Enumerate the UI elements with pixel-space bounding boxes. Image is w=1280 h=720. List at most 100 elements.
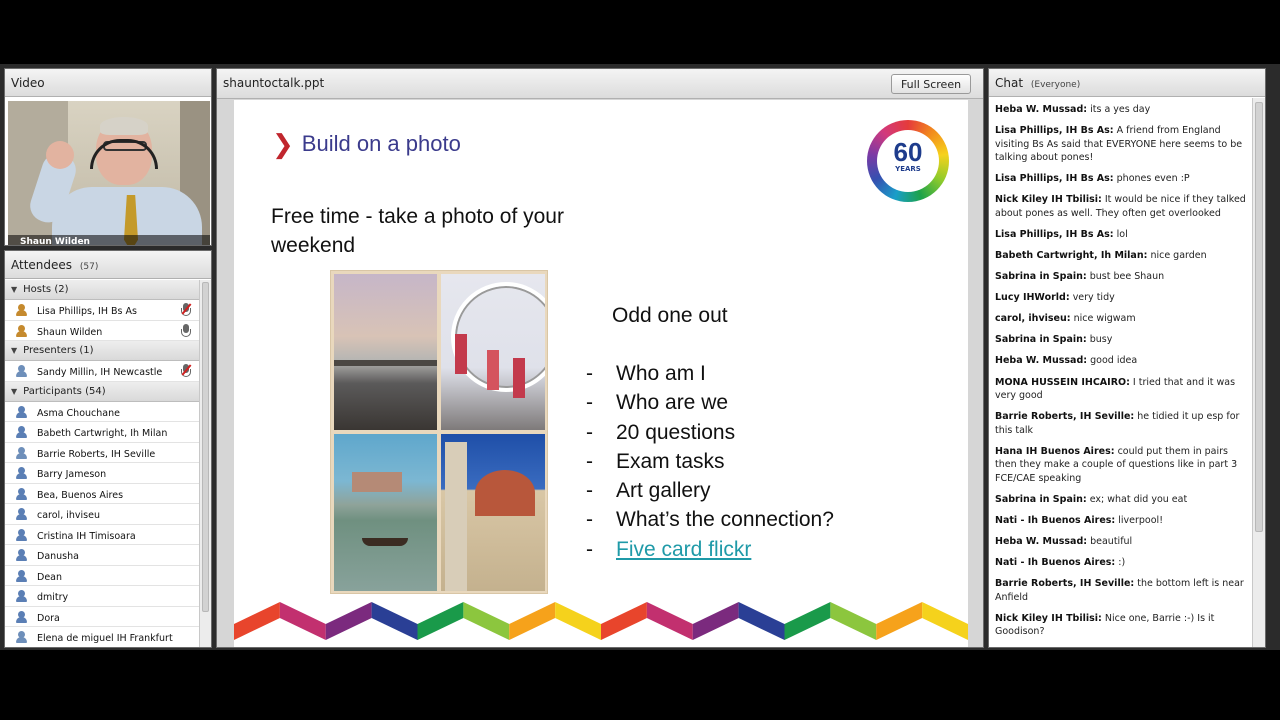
attendee-row[interactable]: Shaun Wilden	[5, 321, 199, 341]
attendee-name: Danusha	[37, 551, 79, 562]
attendee-group-header[interactable]: ▼ Hosts (2)	[5, 280, 199, 300]
attendee-name: Dean	[37, 571, 63, 583]
person-icon	[15, 304, 28, 316]
person-icon	[15, 569, 28, 582]
attendee-name: carol, ihviseu	[37, 510, 100, 521]
activity-list-item[interactable]: - Five card flickr	[586, 538, 834, 567]
chat-sender: Nati - Ih Buenos Aires:	[995, 514, 1116, 526]
slide-area: ❯ Build on a photo 60 YEARS Free time - t…	[217, 99, 983, 647]
chat-sender: Lisa Phillips, IH Bs As:	[995, 173, 1114, 185]
attendee-row[interactable]: Babeth Cartwright, Ih Milan	[5, 422, 199, 443]
slide-heading: Free time - take a photo of your weekend	[271, 205, 564, 257]
badge-word: YEARS	[895, 165, 921, 173]
chat-text: good idea	[1090, 355, 1138, 367]
attendee-name: Lisa Phillips, IH Bs As	[37, 306, 137, 317]
chat-sender: Heba W. Mussad:	[995, 536, 1088, 547]
webcam-feed[interactable]	[8, 101, 210, 245]
activity-text: What’s the connection?	[616, 508, 834, 532]
attendee-row[interactable]: Lisa Phillips, IH Bs As	[5, 300, 199, 321]
chat-text: phones even :P	[1116, 173, 1190, 185]
screen: Video Shaun Wilden Attendees (57) ▼ Hosts…	[0, 0, 1280, 720]
zigzag-segment	[279, 602, 326, 640]
attendee-group-label: Participants (54)	[23, 385, 106, 397]
attendee-name: Dora	[37, 612, 60, 624]
person-icon	[15, 365, 28, 377]
five-card-flickr-link[interactable]: Five card flickr	[616, 538, 751, 561]
attendee-name: Babeth Cartwright, Ih Milan	[37, 428, 168, 439]
chat-sender: Hana IH Buenos Aires:	[995, 445, 1115, 457]
chat-message: Heba W. Mussad: beautiful	[995, 535, 1247, 549]
triangle-down-icon[interactable]: ▼	[11, 285, 17, 294]
attendee-row[interactable]: carol, ihviseu	[5, 504, 199, 525]
attendee-scrollbar[interactable]	[199, 280, 211, 647]
activity-text: Exam tasks	[616, 449, 725, 473]
zigzag-segment	[830, 602, 877, 640]
attendee-row[interactable]: Danusha	[5, 545, 199, 566]
activity-list: - Who am I - Who are we -20 questions - Exam t…	[586, 362, 834, 567]
attendee-row[interactable]: Barrie Roberts, IH Seville	[5, 443, 199, 463]
triangle-down-icon[interactable]: ▼	[11, 387, 17, 396]
chat-text: beautiful	[1090, 536, 1133, 547]
person-icon	[15, 631, 28, 643]
attendees-count: (57)	[79, 262, 99, 272]
attendee-row[interactable]: Asma Chouchane	[5, 402, 199, 422]
chat-scroll-thumb[interactable]	[1255, 102, 1263, 532]
full-screen-button[interactable]: Full Screen	[891, 74, 971, 94]
activity-list-item: - Who are we	[586, 391, 834, 420]
zigzag-segment	[692, 602, 739, 640]
zigzag-segment	[509, 602, 556, 640]
microphone-muted-icon[interactable]	[181, 303, 191, 316]
attendee-row[interactable]: Dora	[5, 607, 199, 627]
chat-sender: Lisa Phillips, IH Bs As:	[995, 125, 1114, 137]
chat-sender: carol, ihviseu:	[995, 313, 1071, 325]
anniversary-badge-logo: 60 YEARS	[867, 120, 949, 202]
chat-title: Chat	[995, 76, 1024, 90]
zigzag-segment	[417, 602, 464, 640]
chat-message: Lisa Phillips, IH Bs As: A friend from E…	[995, 124, 1247, 165]
list-dash: -	[586, 391, 593, 415]
attendee-name: Asma Chouchane	[37, 407, 120, 419]
triangle-down-icon[interactable]: ▼	[11, 346, 17, 355]
person-icon	[15, 610, 28, 623]
attendee-row[interactable]: Cristina IH Timisoara	[5, 525, 199, 545]
zigzag-segment	[555, 602, 601, 640]
attendee-name: Cristina IH Timisoara	[37, 530, 136, 542]
chat-sender: Sabrina in Spain:	[995, 334, 1087, 346]
chat-text: its a yes day	[1090, 104, 1151, 115]
zigzag-segment	[325, 602, 372, 640]
list-dash: -	[586, 362, 593, 385]
microphone-icon[interactable]	[181, 323, 191, 337]
attendee-name: Bea, Buenos Aires	[37, 489, 124, 501]
attendee-scroll-thumb[interactable]	[202, 282, 209, 612]
chat-pod: Chat (Everyone) Heba W. Mussad: its a ye…	[988, 68, 1266, 648]
chat-scrollbar[interactable]	[1252, 98, 1265, 647]
attendee-row[interactable]: Bea, Buenos Aires	[5, 484, 199, 504]
chat-scope[interactable]: (Everyone)	[1031, 80, 1080, 90]
attendee-row[interactable]: Barry Jameson	[5, 463, 199, 484]
webcam-name-label: Shaun Wilden	[8, 235, 210, 245]
attendee-name: Sandy Millin, IH Newcastle	[37, 367, 163, 378]
person-icon	[15, 508, 28, 520]
activity-text: 20 questions	[616, 420, 736, 444]
attendee-row[interactable]: Sandy Millin, IH Newcastle	[5, 361, 199, 382]
zigzag-banner	[234, 602, 968, 640]
attendee-row[interactable]: dmitry	[5, 586, 199, 607]
attendees-title: Attendees	[11, 258, 73, 272]
activity-list-item: - What’s the connection?	[586, 508, 834, 537]
attendee-row[interactable]: Elena de miguel IH Frankfurt	[5, 627, 199, 647]
chat-message: Barrie Roberts, IH Seville: he tidied it…	[995, 410, 1247, 437]
chat-sender: Barrie Roberts, IH Seville:	[995, 411, 1135, 423]
photo-collage	[330, 270, 548, 594]
chat-message: Sabrina in Spain: busy	[995, 333, 1247, 347]
attendee-group-header[interactable]: ▼ Participants (54)	[5, 381, 199, 402]
attendee-row[interactable]: Dean	[5, 566, 199, 586]
photo-seaside-pier	[334, 274, 437, 430]
attendee-group-label: Presenters (1)	[23, 345, 94, 356]
chat-sender: Sabrina in Spain:	[995, 493, 1087, 505]
chat-sender: MONA HUSSEIN IHCAIRO:	[995, 376, 1130, 388]
microphone-muted-icon[interactable]	[181, 364, 191, 377]
zigzag-segment	[738, 602, 785, 640]
person-icon	[15, 528, 28, 541]
chat-text: busy	[1089, 334, 1113, 346]
attendee-group-header[interactable]: ▼ Presenters (1)	[5, 341, 199, 361]
